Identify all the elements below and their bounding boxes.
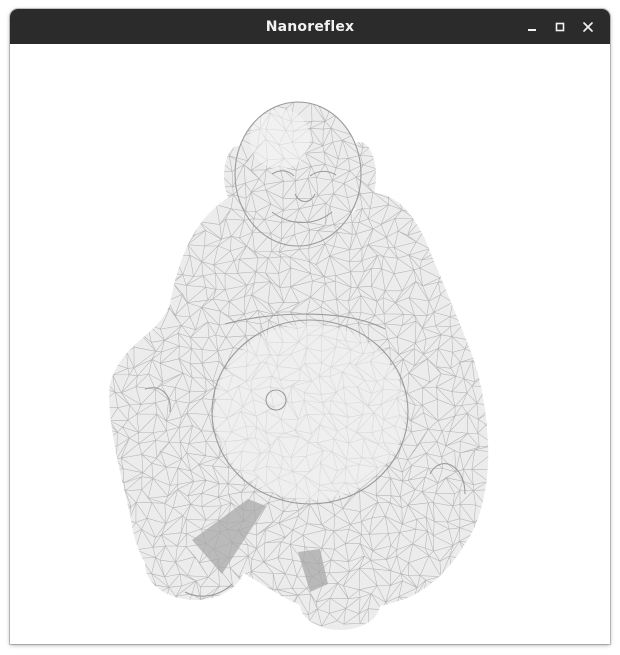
maximize-button[interactable] — [546, 13, 574, 41]
window-title: Nanoreflex — [265, 18, 355, 35]
minimize-icon — [528, 28, 536, 31]
window-controls — [518, 9, 602, 44]
app-window: Nanoreflex — [10, 9, 610, 644]
belly-highlight — [215, 324, 405, 500]
render-viewport[interactable] — [10, 44, 610, 644]
minimize-button[interactable] — [518, 13, 546, 41]
title-bar[interactable]: Nanoreflex — [10, 9, 610, 44]
close-button[interactable] — [574, 13, 602, 41]
wireframe-model — [109, 101, 489, 630]
maximize-icon — [555, 22, 565, 31]
close-icon — [583, 21, 593, 32]
